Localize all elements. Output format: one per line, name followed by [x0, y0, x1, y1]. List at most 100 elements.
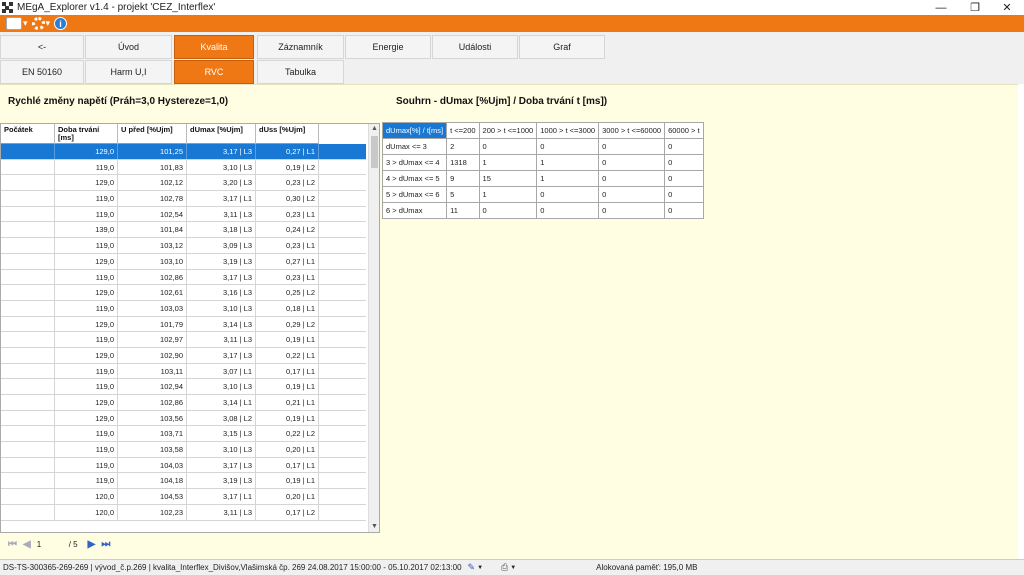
dropdown-arrow-icon[interactable]: ▼: [510, 565, 516, 571]
minimize-button[interactable]: —: [924, 0, 958, 15]
summary-row[interactable]: 3 > dUmax <= 4 1318 1 1 0 0: [381, 154, 704, 171]
table-row[interactable]: 119,0 102,54 3,11 | L3 0,23 | L1: [1, 206, 366, 223]
summary-row[interactable]: 4 > dUmax <= 5 9 15 1 0 0: [381, 170, 704, 187]
cell-dumax: 3,11 | L3: [187, 504, 256, 520]
table-row[interactable]: 129,0 102,90 3,17 | L3 0,22 | L1: [1, 347, 366, 364]
file-menu-button[interactable]: ▾: [6, 17, 28, 31]
table-row[interactable]: 119,0 104,03 3,17 | L3 0,17 | L1: [1, 457, 366, 474]
edit-pen-icon[interactable]: ✎: [468, 562, 476, 573]
summary-cell: 9: [446, 170, 480, 187]
tab-zaznamnik[interactable]: Záznamník: [257, 35, 344, 59]
cell-duss: 0,23 | L1: [256, 206, 319, 222]
rvc-events-grid[interactable]: Počátek Doba trvání [ms] U před [%Ujm] d…: [0, 123, 380, 533]
summary-header-cell[interactable]: 1000 > t <=3000: [536, 122, 600, 139]
settings-menu-button[interactable]: ▾: [31, 17, 50, 31]
tab-uvod[interactable]: Úvod: [85, 35, 172, 59]
cell-duss: 0,22 | L1: [256, 347, 319, 363]
scroll-up-icon[interactable]: ▲: [369, 124, 379, 134]
dropdown-arrow-icon[interactable]: ▼: [477, 565, 483, 571]
cell-upred: 102,97: [118, 332, 187, 347]
cell-doba: 129,0: [55, 410, 118, 426]
cell-pocatek: [1, 300, 55, 316]
summary-row[interactable]: 5 > dUmax <= 651000: [381, 186, 704, 203]
tab-graf[interactable]: Graf: [519, 35, 605, 59]
cell-upred: 101,79: [118, 316, 187, 332]
table-row[interactable]: 139,0 101,84 3,18 | L3 0,24 | L2: [1, 222, 366, 239]
summary-header-cell[interactable]: 60000 > t: [664, 122, 704, 139]
table-row[interactable]: 129,0 103,56 3,08 | L2 0,19 | L1: [1, 410, 366, 427]
summary-row[interactable]: 6 > dUmax 11 0 0 0 0: [381, 202, 704, 219]
printer-icon[interactable]: ⎙: [501, 562, 508, 573]
cell-duss: 0,19 | L1: [256, 473, 319, 489]
table-row[interactable]: 119,0 103,58 3,10 | L3 0,20 | L1: [1, 442, 366, 458]
tab-kvalita[interactable]: Kvalita: [174, 35, 254, 59]
summary-cell: 0: [536, 186, 600, 203]
table-row[interactable]: 119,0 103,03 3,10 | L3 0,18 | L1: [1, 300, 366, 317]
content-panel: Rychlé změny napětí (Práh=3,0 Hystereze=…: [0, 84, 1018, 559]
cell-duss: 0,27 | L1: [256, 253, 319, 269]
cell-dumax: 3,16 | L3: [187, 285, 256, 300]
window-title: MEgA_Explorer v1.4 - projekt 'CEZ_Interf…: [17, 2, 216, 13]
summary-header-cell[interactable]: t <=200: [446, 122, 480, 139]
tab-tabulka[interactable]: Tabulka: [257, 60, 344, 84]
tab-rvc[interactable]: RVC: [174, 60, 254, 84]
summary-header-cell[interactable]: 3000 > t <=60000: [598, 122, 666, 139]
summary-header-cell[interactable]: 200 > t <=1000: [478, 122, 538, 139]
table-row[interactable]: 119,0 102,94 3,10 | L3 0,19 | L1: [1, 379, 366, 395]
cell-doba: 120,0: [55, 504, 118, 520]
col-header-doba[interactable]: Doba trvání [ms]: [55, 124, 118, 144]
table-row[interactable]: 129,0 101,79 3,14 | L3 0,29 | L2: [1, 316, 366, 333]
summary-cell: 0: [478, 202, 538, 219]
prev-page-icon[interactable]: ◀: [23, 539, 31, 550]
table-row[interactable]: 119,0 103,11 3,07 | L1 0,17 | L1: [1, 363, 366, 380]
table-row[interactable]: 119,0 104,18 3,19 | L3 0,19 | L1: [1, 473, 366, 490]
maximize-button[interactable]: ❐: [958, 0, 992, 15]
table-row[interactable]: 120,0 104,53 3,17 | L1 0,20 | L1: [1, 489, 366, 505]
col-header-dumax[interactable]: dUmax [%Ujm]: [187, 124, 256, 144]
table-row[interactable]: 129,0 103,10 3,19 | L3 0,27 | L1: [1, 253, 366, 270]
table-row[interactable]: 119,0 101,83 3,10 | L3 0,19 | L2: [1, 159, 366, 176]
tab-en50160[interactable]: EN 50160: [0, 60, 84, 84]
summary-header-cell[interactable]: dUmax[%] / t[ms]: [381, 122, 448, 139]
table-row[interactable]: 119,0 102,97 3,11 | L3 0,19 | L1: [1, 332, 366, 348]
summary-cell: 0: [598, 154, 666, 171]
close-button[interactable]: ✕: [990, 0, 1024, 15]
summary-row[interactable]: dUmax <= 320000: [381, 138, 704, 155]
summary-cell: 3 > dUmax <= 4: [381, 154, 448, 171]
tab-udalosti[interactable]: Události: [432, 35, 518, 59]
cell-doba: 129,0: [55, 175, 118, 191]
page-number-input[interactable]: [36, 537, 63, 551]
scroll-down-icon[interactable]: ▼: [369, 522, 379, 532]
table-row[interactable]: 119,0 103,71 3,15 | L3 0,22 | L2: [1, 426, 366, 443]
cell-dumax: 3,14 | L1: [187, 395, 256, 410]
table-row[interactable]: 129,0 102,12 3,20 | L3 0,23 | L2: [1, 175, 366, 192]
table-row[interactable]: 120,0 102,23 3,11 | L3 0,17 | L2: [1, 504, 366, 521]
cell-dumax: 3,17 | L3: [187, 347, 256, 363]
cell-upred: 103,58: [118, 442, 187, 457]
next-page-icon[interactable]: ▶: [88, 539, 96, 550]
table-row[interactable]: 129,0 101,25 3,17 | L3 0,27 | L1: [1, 144, 366, 160]
cell-upred: 101,83: [118, 159, 187, 175]
table-row[interactable]: 129,0 102,61 3,16 | L3 0,25 | L2: [1, 285, 366, 301]
title-bar: MEgA_Explorer v1.4 - projekt 'CEZ_Interf…: [0, 0, 1024, 15]
grid-scrollbar[interactable]: ▲ ▼: [368, 124, 379, 532]
first-page-icon[interactable]: ⏮: [8, 539, 17, 550]
table-row[interactable]: 129,0 102,86 3,14 | L1 0,21 | L1: [1, 395, 366, 411]
summary-cell: 1: [478, 186, 538, 203]
cell-doba: 139,0: [55, 222, 118, 238]
col-header-upred[interactable]: U před [%Ujm]: [118, 124, 187, 144]
tab-harm[interactable]: Harm U,I: [85, 60, 172, 84]
cell-doba: 119,0: [55, 379, 118, 394]
col-header-duss[interactable]: dUss [%Ujm]: [256, 124, 319, 144]
table-row[interactable]: 119,0 103,12 3,09 | L3 0,23 | L1: [1, 238, 366, 254]
table-row[interactable]: 119,0 102,86 3,17 | L3 0,23 | L1: [1, 269, 366, 286]
tab-energie[interactable]: Energie: [345, 35, 431, 59]
scroll-thumb[interactable]: [371, 136, 378, 168]
cell-doba: 129,0: [55, 253, 118, 269]
gear-icon: [31, 17, 45, 30]
last-page-icon[interactable]: ⏭: [101, 539, 110, 550]
table-row[interactable]: 119,0 102,78 3,17 | L1 0,30 | L2: [1, 191, 366, 207]
col-header-pocatek[interactable]: Počátek: [1, 124, 55, 144]
tab-back[interactable]: <-: [0, 35, 84, 59]
info-button[interactable]: i: [54, 17, 68, 31]
